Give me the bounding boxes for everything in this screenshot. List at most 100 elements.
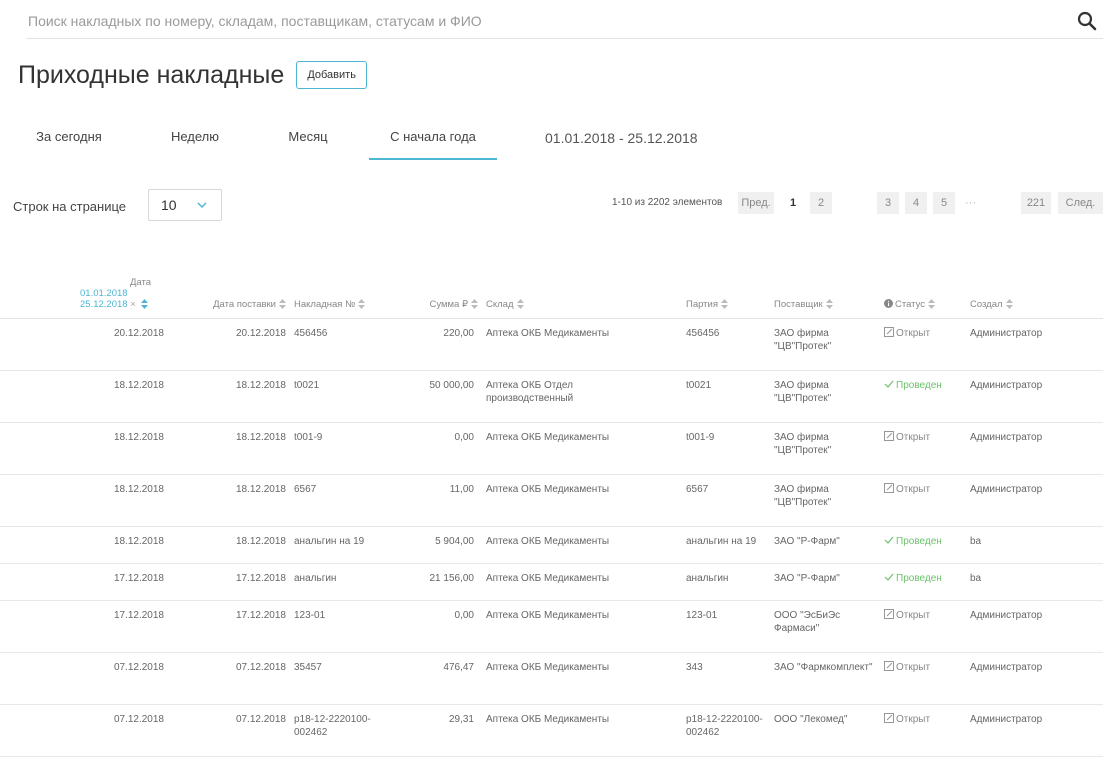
search-icon[interactable] — [1077, 11, 1097, 31]
status-label: Открыт — [896, 662, 931, 673]
cell-delivery-date: 18.12.2018 — [180, 370, 290, 423]
table-row[interactable]: 18.12.2018 18.12.2018 6567 11,00 Аптека … — [0, 474, 1103, 527]
cell-invoice: 6567 — [290, 474, 400, 527]
cell-status: Открыт — [880, 652, 966, 705]
cell-delivery-date: 17.12.2018 — [180, 563, 290, 601]
info-icon[interactable] — [884, 299, 893, 308]
column-header-batch[interactable]: Партия — [652, 240, 770, 319]
sort-icon[interactable] — [825, 299, 833, 310]
sort-icon[interactable] — [721, 299, 728, 310]
header-label: Склад — [486, 299, 514, 310]
table-row[interactable]: 07.12.2018 07.12.2018 35457 476,47 Аптек… — [0, 652, 1103, 705]
edit-icon — [884, 483, 894, 493]
table-row[interactable]: 18.12.2018 18.12.2018 анальгин на 19 5 9… — [0, 526, 1103, 564]
date-range[interactable]: 01.01.2018 - 25.12.2018 — [545, 130, 698, 146]
tab-year[interactable]: С начала года — [369, 118, 497, 160]
cell-warehouse: Аптека ОКБ Медикаменты — [482, 600, 652, 653]
table-row[interactable]: 17.12.2018 17.12.2018 анальгин 21 156,00… — [0, 563, 1103, 601]
column-header-status[interactable]: Статус — [880, 240, 966, 319]
pagination-ellipsis: ··· — [965, 197, 976, 209]
cell-batch: анальгин — [652, 563, 770, 601]
cell-warehouse: Аптека ОКБ Отдел производственный — [482, 370, 652, 423]
page-4-button[interactable]: 4 — [905, 192, 927, 214]
cell-sum: 21 156,00 — [400, 563, 482, 601]
status-label: Открыт — [896, 432, 931, 443]
cell-invoice: 456456 — [290, 318, 400, 371]
cell-sum: 0,00 — [400, 422, 482, 475]
check-icon — [884, 573, 894, 581]
cell-warehouse: Аптека ОКБ Медикаменты — [482, 474, 652, 527]
page-2-button[interactable]: 2 — [810, 192, 832, 214]
sort-icon[interactable] — [1005, 299, 1013, 310]
sort-icon[interactable] — [471, 299, 478, 310]
date-filter-to: 25.12.2018 — [80, 299, 128, 310]
header-label: Сумма ₽ — [429, 299, 468, 310]
tab-month[interactable]: Месяц — [268, 118, 348, 158]
cell-sum: 5 904,00 — [400, 526, 482, 564]
cell-date: 07.12.2018 — [0, 652, 180, 705]
tab-today[interactable]: За сегодня — [14, 118, 124, 158]
cell-author: ba — [966, 526, 1103, 564]
pagination-count: 1-10 из 2202 элементов — [612, 197, 723, 208]
sort-icon[interactable] — [141, 299, 149, 310]
date-header-label: Дата — [130, 277, 152, 288]
sort-icon[interactable] — [358, 299, 366, 310]
cell-sum: 0,00 — [400, 600, 482, 653]
cell-status: Открыт — [880, 474, 966, 527]
edit-icon — [884, 431, 894, 441]
cell-delivery-date: 18.12.2018 — [180, 526, 290, 564]
search-bar — [26, 6, 1103, 39]
sort-icon[interactable] — [516, 299, 524, 310]
table-row[interactable]: 18.12.2018 18.12.2018 t0021 50 000,00 Ап… — [0, 370, 1103, 423]
cell-supplier: ЗАО "Р-Фарм" — [770, 526, 880, 564]
tab-week[interactable]: Неделю — [148, 118, 242, 158]
cell-invoice: 35457 — [290, 652, 400, 705]
header-label: Статус — [895, 299, 926, 310]
table-row[interactable]: 20.12.2018 20.12.2018 456456 220,00 Апте… — [0, 318, 1103, 371]
cell-invoice: анальгин на 19 — [290, 526, 400, 564]
cell-date: 18.12.2018 — [0, 474, 180, 527]
table-row[interactable]: 18.12.2018 18.12.2018 t001-9 0,00 Аптека… — [0, 422, 1103, 475]
cell-delivery-date: 17.12.2018 — [180, 600, 290, 653]
next-page-button[interactable]: След. — [1058, 192, 1103, 214]
column-header-sum[interactable]: Сумма ₽ — [400, 240, 482, 319]
cell-supplier: ЗАО фирма "ЦВ"Протек" — [770, 318, 880, 371]
page-3-button[interactable]: 3 — [877, 192, 899, 214]
status-label: Проведен — [896, 380, 942, 391]
cell-supplier: ЗАО фирма "ЦВ"Протек" — [770, 370, 880, 423]
page-last-button[interactable]: 221 — [1021, 192, 1051, 214]
cell-batch: p18-12-2220100-002462 — [652, 704, 770, 757]
add-button[interactable]: Добавить — [296, 61, 367, 89]
column-header-warehouse[interactable]: Склад — [482, 240, 652, 319]
close-icon[interactable]: × — [130, 299, 136, 310]
cell-date: 17.12.2018 — [0, 600, 180, 653]
status-label: Открыт — [896, 714, 931, 725]
page-5-button[interactable]: 5 — [933, 192, 955, 214]
header-label: Создал — [970, 299, 1003, 310]
column-header-delivery-date[interactable]: Дата поставки — [180, 240, 290, 319]
table-row[interactable]: 07.12.2018 07.12.2018 p18-12-2220100-002… — [0, 704, 1103, 757]
column-header-supplier[interactable]: Поставщик — [770, 240, 880, 319]
sort-icon[interactable] — [928, 299, 936, 310]
cell-supplier: ЗАО "Фармкомплект" — [770, 652, 880, 705]
pagination: 1-10 из 2202 элементов Пред. 1 2 3 4 5 ·… — [0, 192, 1103, 216]
cell-batch: анальгин на 19 — [652, 526, 770, 564]
invoices-table: Дата 01.01.2018 25.12.2018 × Дата постав… — [0, 240, 1103, 757]
cell-sum: 11,00 — [400, 474, 482, 527]
search-input[interactable] — [26, 6, 1068, 36]
column-header-invoice[interactable]: Накладная № — [290, 240, 400, 319]
cell-status: Открыт — [880, 704, 966, 757]
column-header-date[interactable]: Дата 01.01.2018 25.12.2018 × — [0, 240, 180, 319]
cell-sum: 220,00 — [400, 318, 482, 371]
page-1-button[interactable]: 1 — [782, 192, 804, 214]
prev-page-button[interactable]: Пред. — [738, 192, 774, 214]
cell-warehouse: Аптека ОКБ Медикаменты — [482, 652, 652, 705]
edit-icon — [884, 661, 894, 671]
cell-warehouse: Аптека ОКБ Медикаменты — [482, 526, 652, 564]
sort-icon[interactable] — [279, 299, 286, 310]
status-label: Открыт — [896, 484, 931, 495]
cell-sum: 29,31 — [400, 704, 482, 757]
table-row[interactable]: 17.12.2018 17.12.2018 123-01 0,00 Аптека… — [0, 600, 1103, 653]
cell-author: ba — [966, 563, 1103, 601]
column-header-author[interactable]: Создал — [966, 240, 1103, 319]
